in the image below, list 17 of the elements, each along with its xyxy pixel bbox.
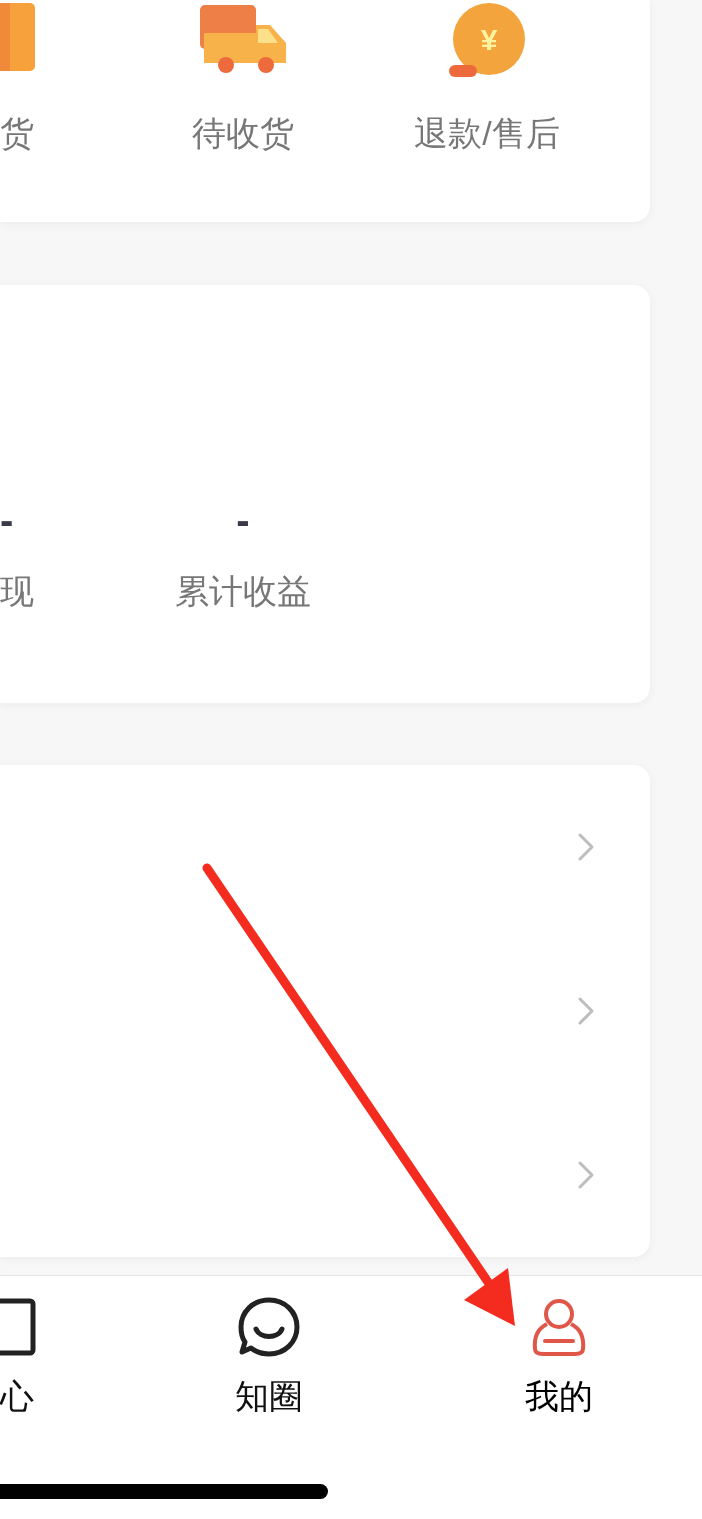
person-icon	[531, 1297, 587, 1357]
earnings-value: -	[236, 497, 250, 544]
order-status-item[interactable]: 货	[0, 0, 121, 222]
box-icon	[0, 3, 35, 71]
chevron-right-icon	[577, 996, 595, 1026]
chevron-right-icon	[577, 832, 595, 862]
truck-icon	[198, 3, 288, 75]
tab-item[interactable]: 我的	[416, 1296, 702, 1426]
chevron-right-icon	[577, 1160, 595, 1190]
tab-item[interactable]: 知圈	[121, 1296, 416, 1426]
chat-icon	[237, 1297, 300, 1357]
order-status-item[interactable]: ¥ 退款/售后	[365, 0, 609, 222]
tab-icon	[0, 1298, 36, 1356]
earnings-label[interactable]: 现	[0, 561, 34, 621]
earnings-value: -	[0, 497, 14, 544]
earnings-label[interactable]: 累计收益	[175, 561, 311, 621]
order-status-item[interactable]: 待收货	[121, 0, 365, 222]
